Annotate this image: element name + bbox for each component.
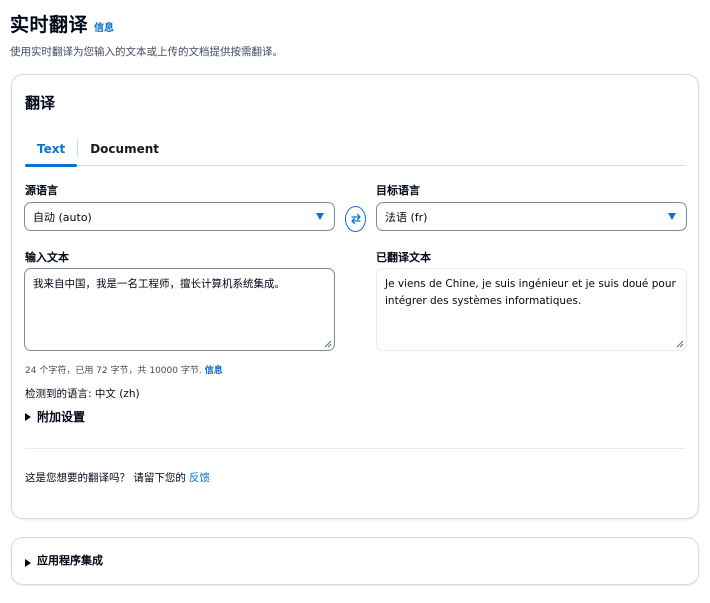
additional-settings-label: 附加设置: [37, 410, 86, 424]
feedback-row: 这是您想要的翻译吗？ 请留下您的 反馈: [25, 470, 210, 485]
additional-settings-expander[interactable]: 附加设置: [25, 408, 85, 425]
tab-document[interactable]: Document: [78, 131, 171, 166]
target-language-select[interactable]: 法语 (fr): [376, 202, 687, 231]
integration-expander[interactable]: 应用程序集成: [25, 552, 103, 568]
detected-language: 检测到的语言: 中文 (zh): [25, 388, 140, 400]
translate-card: 翻译 Text Document 源语言 自动 (auto) 目标语言 法语 (…: [11, 74, 699, 519]
page-description: 使用实时翻译为您输入的文本或上传的文档提供按需翻译。: [10, 46, 283, 58]
feedback-prompt: 这是您想要的翻译吗？ 请留下您的: [25, 472, 186, 484]
character-count-text: 24 个字符，已用 72 字节，共 10000 字节.: [25, 366, 202, 376]
resize-grip-icon[interactable]: [324, 340, 332, 348]
input-text-area[interactable]: 我来自中国，我是一名工程师，擅长计算机系统集成。: [24, 268, 335, 351]
swap-languages-button[interactable]: [345, 206, 366, 232]
section-divider: [25, 448, 686, 449]
integration-title: 应用程序集成: [37, 554, 103, 567]
integration-card: 应用程序集成: [11, 537, 699, 585]
caret-right-icon: [25, 559, 31, 567]
translated-text-label: 已翻译文本: [376, 251, 431, 264]
title-row: 实时翻译 信息: [10, 10, 700, 37]
character-info-link[interactable]: 信息: [205, 366, 223, 376]
caret-right-icon: [25, 412, 31, 421]
character-count-hint: 24 个字符，已用 72 字节，共 10000 字节. 信息: [25, 363, 223, 376]
caret-down-icon: [316, 213, 324, 220]
swap-arrows-icon: [350, 213, 361, 225]
translate-tabs: Text Document: [25, 131, 686, 167]
input-text-label: 输入文本: [25, 251, 69, 264]
target-language-value: 法语 (fr): [385, 210, 428, 224]
feedback-link[interactable]: 反馈: [189, 472, 210, 484]
caret-down-icon: [668, 213, 676, 220]
page-title: 实时翻译: [10, 14, 89, 36]
resize-grip-icon[interactable]: [676, 340, 684, 348]
translate-card-title: 翻译: [25, 94, 56, 112]
header-info-link[interactable]: 信息: [94, 19, 114, 34]
input-text-value: 我来自中国，我是一名工程师，擅长计算机系统集成。: [33, 278, 285, 290]
translated-text-area[interactable]: Je viens de Chine, je suis ingénieur et …: [376, 268, 687, 351]
source-language-value: 自动 (auto): [33, 210, 92, 224]
source-language-select[interactable]: 自动 (auto): [24, 202, 335, 231]
translated-text-value: Je viens de Chine, je suis ingénieur et …: [385, 278, 676, 307]
source-language-label: 源语言: [25, 184, 58, 197]
target-language-label: 目标语言: [376, 184, 420, 197]
page-header: 实时翻译 信息 使用实时翻译为您输入的文本或上传的文档提供按需翻译。: [10, 10, 700, 59]
tab-text[interactable]: Text: [25, 131, 78, 167]
